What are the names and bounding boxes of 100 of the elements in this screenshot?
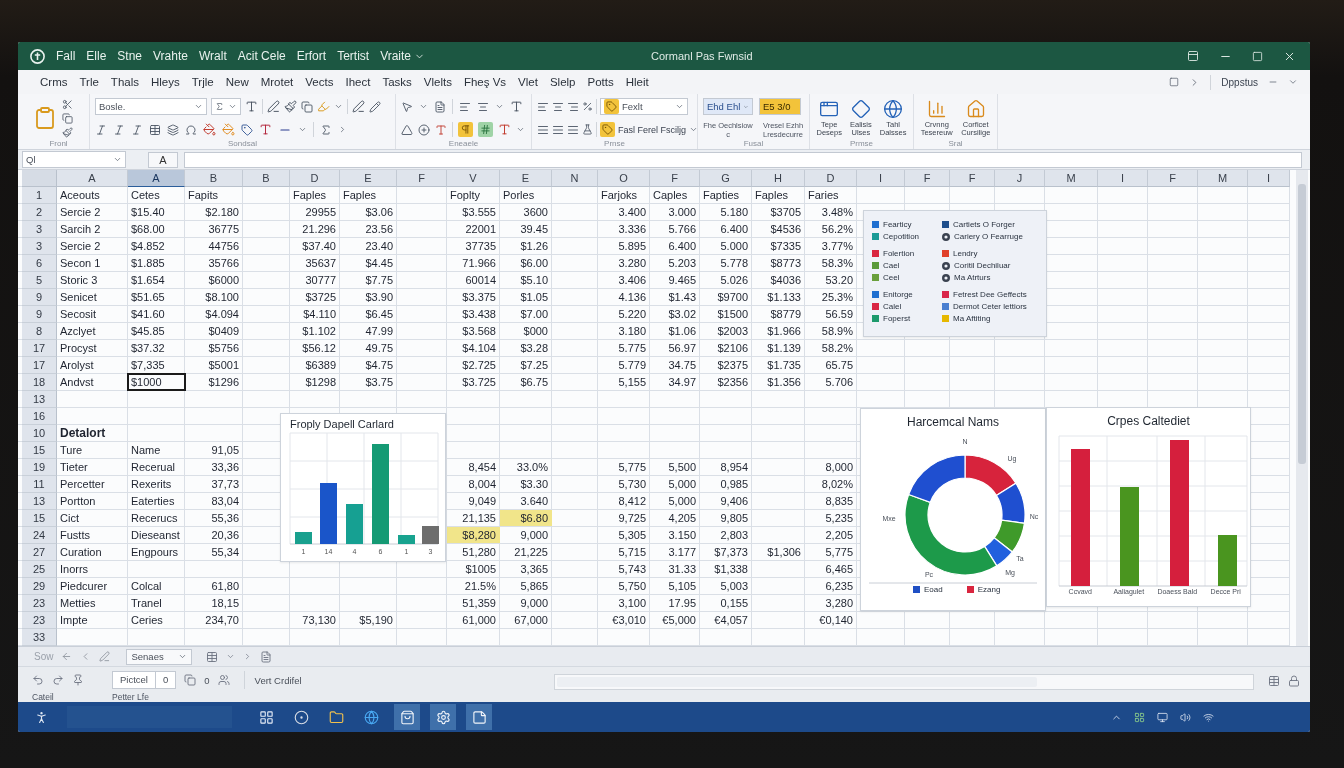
column-header[interactable]: G [700,170,752,187]
pen-icon[interactable] [267,100,280,113]
ribbon-tab[interactable]: Mrotet [260,76,294,88]
ribbon-tab[interactable]: Slelp [549,76,576,88]
menu-item[interactable]: Elle [86,49,107,63]
table-icon[interactable] [206,650,219,663]
paint-bucket-icon[interactable] [203,123,216,136]
font-size-field[interactable] [211,98,241,115]
undo-icon[interactable] [32,674,44,686]
ribbon-tab[interactable]: Thals [110,76,139,88]
menu-item[interactable]: Acit Cele [237,49,286,63]
ribbon-tab[interactable]: Vlet [518,76,538,88]
scissors-icon[interactable] [62,98,73,110]
formula-field[interactable] [184,151,1302,168]
column-header[interactable]: J [995,170,1045,187]
copy-icon[interactable] [301,100,313,113]
ribbon-tab[interactable]: Vlelts [423,76,452,88]
column-header[interactable]: V [447,170,500,187]
bar-chart-icon[interactable] [926,98,947,119]
hash-icon[interactable] [478,122,493,137]
italic-icon[interactable] [131,123,143,136]
column-header[interactable]: I [1248,170,1290,187]
pin-icon[interactable] [72,674,84,686]
square-icon[interactable] [1169,77,1180,87]
row-header[interactable]: 24 [22,527,57,544]
menu-item[interactable]: Stne [117,49,143,63]
align-right-icon[interactable] [567,100,579,113]
pencil-icon[interactable] [369,100,381,113]
letter-t-icon[interactable] [259,123,272,136]
row-header[interactable]: 13 [22,493,57,510]
row-header[interactable]: 9 [22,306,57,323]
column-header[interactable]: F [950,170,995,187]
row-header[interactable]: 2 [22,204,57,221]
sigma-icon[interactable] [320,123,332,136]
paintbrush-icon[interactable] [62,126,73,138]
menu-item[interactable]: Tertist [337,49,370,63]
row-header[interactable]: 9 [22,289,57,306]
vertical-scrollbar[interactable] [1296,170,1308,646]
column-header[interactable]: M [1198,170,1248,187]
plus-circle-icon[interactable] [418,123,430,136]
row-header[interactable]: 29 [22,578,57,595]
caret-icon[interactable] [1288,77,1298,87]
layers-icon[interactable] [167,123,179,136]
format-menu[interactable]: Fasl Ferel Fsciljg [618,124,698,135]
column-header[interactable]: D [290,170,340,187]
folder-icon[interactable] [329,709,344,725]
sheet-picker[interactable]: Senaes [126,648,193,665]
row-header[interactable]: 27 [22,544,57,561]
menu-item[interactable]: Erfort [296,49,327,63]
panel-icon[interactable] [1187,50,1199,62]
menu-item[interactable]: Wralt [198,49,227,63]
table-icon[interactable] [1268,675,1280,687]
align-center-icon[interactable] [477,100,489,113]
row-header[interactable]: 18 [22,374,57,391]
italic-icon[interactable] [113,123,125,136]
column-header[interactable]: B [185,170,243,187]
clipboard-icon[interactable] [33,106,57,130]
row-header[interactable]: 3 [22,238,57,255]
menu-item[interactable]: Fall [56,49,76,63]
padlock-icon[interactable] [1288,675,1300,687]
row-header[interactable]: 16 [22,408,57,425]
caret-icon[interactable] [226,652,236,661]
pilcrow-icon[interactable] [458,122,473,137]
highlight-style-field[interactable]: E5 3/0 [759,98,801,115]
row-header[interactable]: 10 [22,425,57,442]
table-icon[interactable] [149,123,161,136]
style-field[interactable]: Fexlt [600,98,688,115]
grid-icon[interactable] [259,709,274,725]
caret-icon[interactable] [113,155,122,164]
shopping-bag-icon[interactable] [394,704,420,730]
toolbar-button[interactable]: Vert Crdifel [243,671,302,689]
row-header[interactable]: 13 [22,391,57,408]
column-header[interactable]: F [650,170,700,187]
tag-icon[interactable] [241,123,253,136]
row-header[interactable]: 1 [22,187,57,204]
ribbon-tab[interactable]: New [225,76,249,88]
column-header[interactable]: E [500,170,552,187]
ribbon-tab[interactable]: Ihect [345,76,371,88]
row-header[interactable]: 17 [22,357,57,374]
ribbon-tab[interactable]: Tasks [382,76,412,88]
letter-t-icon[interactable] [498,123,511,136]
chevron-icon[interactable] [338,125,347,134]
highlighter-icon[interactable] [317,100,330,113]
cell-style-field[interactable]: Ehd Ehl [703,98,753,115]
row-header[interactable]: 23 [22,595,57,612]
pointer-icon[interactable] [401,100,413,113]
row-header[interactable]: 23 [22,612,57,629]
row-header[interactable]: 17 [22,340,57,357]
document-icon[interactable] [260,650,273,663]
paint-bucket-icon[interactable] [222,123,235,136]
person-icon[interactable] [34,709,49,725]
gear-icon[interactable] [430,704,456,730]
diamond-icon[interactable] [850,98,871,119]
document-icon[interactable] [434,100,446,113]
column-header[interactable]: H [752,170,805,187]
ribbon-tab[interactable]: Hleys [151,76,180,88]
picture-field[interactable]: Pictcel 0 [112,671,177,689]
column-header[interactable]: A [57,170,128,187]
arrow-left-icon[interactable] [61,651,73,662]
column-header[interactable]: B [243,170,290,187]
